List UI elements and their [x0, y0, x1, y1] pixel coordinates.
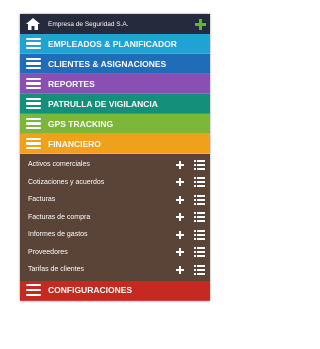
- submenu-item-activos[interactable]: Activos comerciales: [20, 156, 210, 174]
- plus-icon[interactable]: [194, 18, 206, 30]
- submenu-item-label: Activos comerciales: [28, 161, 90, 169]
- company-name: Empresa de Seguridad S.A.: [48, 20, 129, 28]
- submenu-item-label: Tarifas de clientes: [28, 266, 85, 274]
- submenu-item-informes[interactable]: Informes de gastos: [20, 226, 210, 244]
- menu-item-label: CLIENTES & ASIGNACIONES: [48, 58, 167, 69]
- menu-item-financiero[interactable]: FINANCIERO: [20, 134, 210, 154]
- submenu-item-facturas[interactable]: Facturas: [20, 191, 210, 209]
- plus-icon[interactable]: [175, 247, 185, 257]
- list-icon[interactable]: [193, 264, 205, 275]
- top-bar: Empresa de Seguridad S.A.: [20, 14, 210, 34]
- submenu-item-label: Informes de gastos: [28, 231, 88, 239]
- submenu-item-label: Facturas: [28, 196, 56, 204]
- submenu-item-label: Facturas de compra: [28, 213, 91, 221]
- plus-icon[interactable]: [175, 230, 185, 240]
- menu-item-empleados[interactable]: EMPLEADOS & PLANIFICADOR: [20, 34, 210, 54]
- hamburger-icon: [26, 137, 41, 150]
- list-icon[interactable]: [193, 159, 205, 170]
- main-menu: EMPLEADOS & PLANIFICADOR CLIENTES & ASIG…: [20, 34, 210, 154]
- submenu-item-facturas-compra[interactable]: Facturas de compra: [20, 209, 210, 227]
- list-icon[interactable]: [193, 247, 205, 258]
- hamburger-icon: [26, 117, 41, 130]
- hamburger-icon: [26, 284, 41, 296]
- menu-item-gps[interactable]: GPS TRACKING: [20, 114, 210, 134]
- menu-item-clientes[interactable]: CLIENTES & ASIGNACIONES: [20, 54, 210, 74]
- hamburger-icon: [26, 57, 41, 70]
- menu-item-label: GPS TRACKING: [48, 118, 114, 129]
- menu-item-configuraciones[interactable]: CONFIGURACIONES: [20, 280, 210, 301]
- list-icon[interactable]: [193, 229, 205, 240]
- menu-item-label: FINANCIERO: [48, 138, 101, 149]
- hamburger-icon: [26, 37, 41, 50]
- plus-icon[interactable]: [175, 265, 185, 275]
- menu-item-label: EMPLEADOS & PLANIFICADOR: [48, 38, 177, 49]
- list-icon[interactable]: [193, 212, 205, 223]
- submenu-item-label: Cotizaciones y acuerdos: [28, 178, 105, 186]
- list-icon[interactable]: [193, 177, 205, 188]
- list-icon[interactable]: [193, 194, 205, 205]
- submenu-item-proveedores[interactable]: Proveedores: [20, 244, 210, 262]
- plus-icon[interactable]: [175, 212, 185, 222]
- hamburger-icon: [26, 77, 41, 90]
- plus-icon[interactable]: [175, 195, 185, 205]
- plus-icon[interactable]: [175, 177, 185, 187]
- menu-item-reportes[interactable]: REPORTES: [20, 74, 210, 94]
- menu-item-label: CONFIGURACIONES: [48, 285, 133, 295]
- plus-icon[interactable]: [175, 160, 185, 170]
- hamburger-icon: [26, 97, 41, 110]
- financiero-submenu: Activos comerciales Cotizaciones y acuer…: [20, 154, 210, 281]
- app-menu-panel: Empresa de Seguridad S.A. EMPLEADOS & PL…: [20, 14, 210, 301]
- menu-item-patrulla[interactable]: PATRULLA DE VIGILANCIA: [20, 94, 210, 114]
- menu-item-label: REPORTES: [48, 78, 95, 89]
- submenu-item-cotizaciones[interactable]: Cotizaciones y acuerdos: [20, 174, 210, 192]
- submenu-item-label: Proveedores: [28, 248, 68, 256]
- home-icon[interactable]: [24, 16, 42, 32]
- submenu-item-tarifas[interactable]: Tarifas de clientes: [20, 261, 210, 279]
- menu-item-label: PATRULLA DE VIGILANCIA: [48, 98, 158, 109]
